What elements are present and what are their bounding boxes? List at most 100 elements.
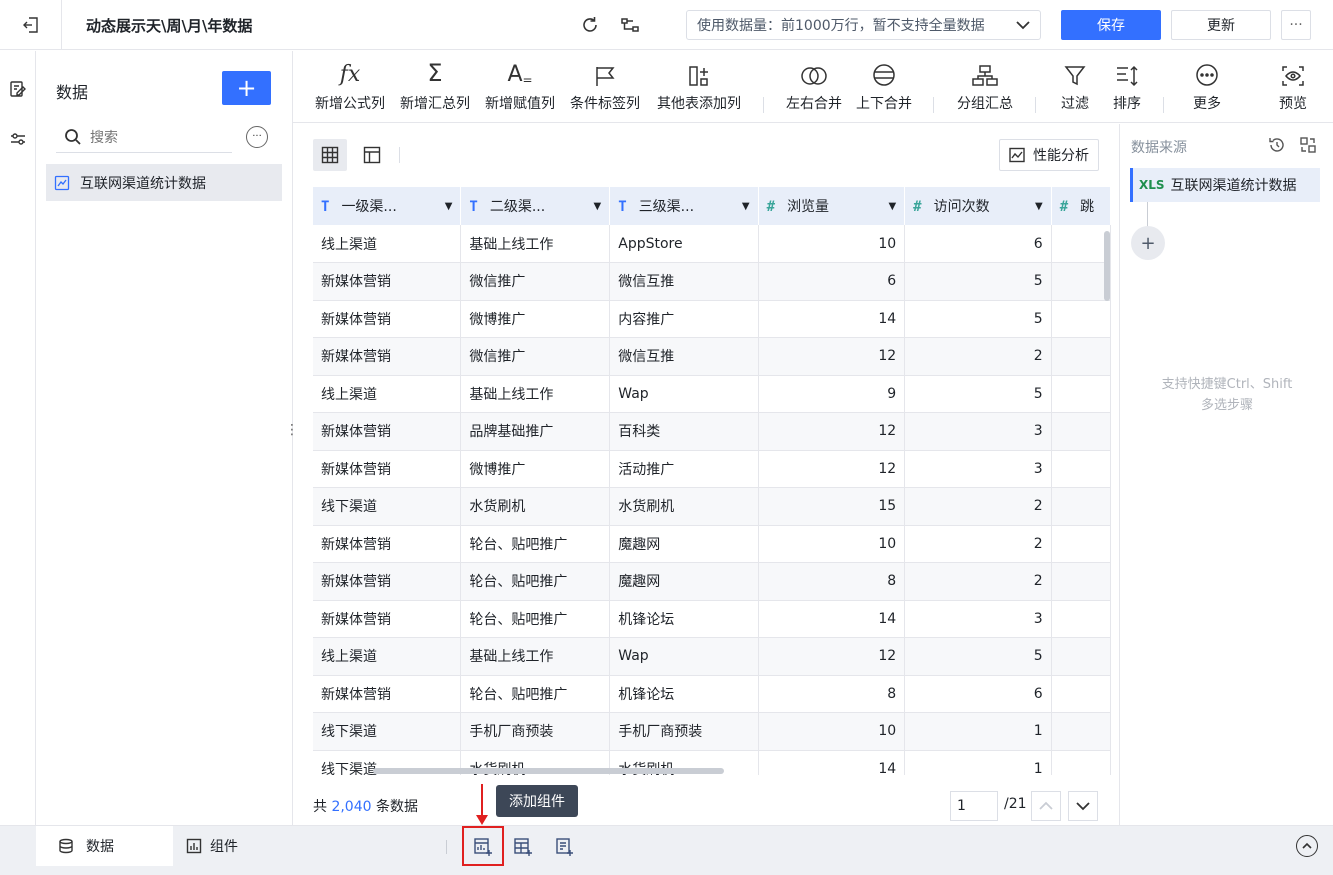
performance-analysis-button[interactable]: 性能分析 — [999, 139, 1099, 171]
add-table-component-button[interactable] — [508, 832, 538, 862]
horizontal-scrollbar[interactable] — [373, 768, 724, 774]
table-cell[interactable]: 14 — [758, 300, 906, 338]
rail-data-edit[interactable] — [0, 71, 36, 107]
column-menu-icon[interactable]: ▼ — [888, 201, 896, 212]
table-cell[interactable] — [1051, 262, 1111, 301]
search-input[interactable] — [90, 128, 220, 145]
lineage-button[interactable] — [618, 13, 642, 37]
table-cell[interactable] — [1051, 225, 1111, 263]
column-menu-icon[interactable]: ▼ — [445, 201, 453, 212]
data-source-item[interactable]: XLS 互联网渠道统计数据 — [1130, 168, 1320, 202]
table-cell[interactable]: 机锋论坛 — [609, 675, 759, 713]
table-cell[interactable]: 水货刷机 — [609, 487, 759, 526]
table-cell[interactable]: 微信推广 — [460, 262, 611, 301]
toolbar-union-top-bottom[interactable]: 上下合并 — [853, 51, 915, 123]
table-cell[interactable]: 2 — [904, 525, 1052, 563]
toolbar-add-sum-column[interactable]: Σ 新增汇总列 — [396, 51, 474, 123]
table-cell[interactable]: 新媒体营销 — [313, 412, 462, 451]
table-cell[interactable]: 基础上线工作 — [460, 637, 611, 676]
table-cell[interactable]: 微博推广 — [460, 300, 611, 338]
column-menu-icon[interactable]: ▼ — [742, 201, 750, 212]
toolbar-add-assign-column[interactable]: A = 新增赋值列 — [481, 51, 559, 123]
table-cell[interactable]: 12 — [758, 412, 906, 451]
table-cell[interactable]: 活动推广 — [609, 450, 759, 488]
toolbar-preview[interactable]: 预览 — [1271, 51, 1315, 123]
table-cell[interactable] — [1051, 487, 1111, 526]
more-button[interactable]: ··· — [1281, 10, 1311, 40]
table-cell[interactable]: 3 — [904, 600, 1052, 638]
table-cell[interactable]: 手机厂商预装 — [460, 712, 611, 751]
column-menu-icon[interactable]: ▼ — [594, 201, 602, 212]
toolbar-more[interactable]: 更多 — [1185, 51, 1229, 123]
toolbar-condition-label-column[interactable]: 条件标签列 — [566, 51, 644, 123]
table-cell[interactable] — [1051, 300, 1111, 338]
tab-component[interactable]: 组件 — [186, 826, 296, 866]
vertical-scrollbar[interactable] — [1104, 231, 1110, 301]
switch-view-button[interactable] — [1298, 135, 1318, 155]
table-cell[interactable]: 新媒体营销 — [313, 450, 462, 488]
table-cell[interactable]: 5 — [904, 300, 1052, 338]
table-cell[interactable]: 6 — [758, 262, 906, 301]
dataset-item[interactable]: 互联网渠道统计数据 — [46, 164, 282, 201]
table-cell[interactable]: 9 — [758, 375, 906, 413]
table-cell[interactable]: 机锋论坛 — [609, 600, 759, 638]
table-cell[interactable]: 新媒体营销 — [313, 562, 462, 601]
tab-data[interactable]: 数据 — [36, 826, 173, 866]
data-volume-select[interactable]: 使用数据量：前1000万行，暂不支持全量数据 — [686, 10, 1041, 40]
toolbar-add-column-from-table[interactable]: 其他表添加列 — [653, 51, 745, 123]
table-cell[interactable]: AppStore — [609, 225, 759, 263]
table-cell[interactable]: 2 — [904, 562, 1052, 601]
column-header[interactable]: T 三级渠... ▼ — [609, 187, 759, 225]
table-cell[interactable]: 线上渠道 — [313, 637, 462, 676]
page-up-button[interactable] — [1031, 791, 1061, 821]
table-cell[interactable]: 8 — [758, 675, 906, 713]
table-cell[interactable]: 线下渠道 — [313, 712, 462, 751]
add-step-button[interactable]: + — [1131, 226, 1165, 260]
table-cell[interactable]: 微信互推 — [609, 262, 759, 301]
save-button[interactable]: 保存 — [1061, 10, 1161, 40]
table-cell[interactable]: 线上渠道 — [313, 225, 462, 263]
table-cell[interactable] — [1051, 562, 1111, 601]
table-cell[interactable]: 新媒体营销 — [313, 300, 462, 338]
column-menu-icon[interactable]: ▼ — [1035, 201, 1043, 212]
table-cell[interactable]: 轮台、贴吧推广 — [460, 525, 611, 563]
table-cell[interactable]: 6 — [904, 225, 1052, 263]
toolbar-filter[interactable]: 过滤 — [1053, 51, 1097, 123]
table-cell[interactable]: 新媒体营销 — [313, 675, 462, 713]
table-cell[interactable] — [1051, 450, 1111, 488]
column-header[interactable]: T 二级渠... ▼ — [460, 187, 611, 225]
table-cell[interactable] — [1051, 637, 1111, 676]
table-cell[interactable] — [1051, 525, 1111, 563]
table-cell[interactable]: 10 — [758, 225, 906, 263]
page-number-input[interactable]: 1 — [950, 791, 998, 821]
toolbar-sort[interactable]: 排序 — [1105, 51, 1149, 123]
table-cell[interactable]: 5 — [904, 262, 1052, 301]
table-cell[interactable]: 5 — [904, 375, 1052, 413]
table-cell[interactable]: 5 — [904, 637, 1052, 676]
table-cell[interactable]: 12 — [758, 450, 906, 488]
table-cell[interactable] — [1051, 600, 1111, 638]
table-cell[interactable] — [1051, 750, 1111, 775]
page-down-button[interactable] — [1068, 791, 1098, 821]
history-button[interactable] — [1267, 135, 1287, 155]
add-data-button[interactable]: + — [222, 71, 271, 105]
back-button[interactable] — [0, 0, 62, 50]
table-cell[interactable]: 内容推广 — [609, 300, 759, 338]
collapse-button[interactable] — [1296, 835, 1318, 857]
table-cell[interactable]: 基础上线工作 — [460, 375, 611, 413]
toolbar-add-formula-column[interactable]: fx 新增公式列 — [311, 51, 389, 123]
table-cell[interactable]: 轮台、贴吧推广 — [460, 600, 611, 638]
table-cell[interactable]: 新媒体营销 — [313, 600, 462, 638]
table-cell[interactable]: Wap — [609, 637, 759, 676]
table-cell[interactable]: 魔趣网 — [609, 562, 759, 601]
table-cell[interactable]: 新媒体营销 — [313, 525, 462, 563]
table-cell[interactable]: 品牌基础推广 — [460, 412, 611, 451]
table-cell[interactable]: 2 — [904, 337, 1052, 376]
rail-settings[interactable] — [0, 121, 36, 157]
table-cell[interactable]: 1 — [904, 712, 1052, 751]
table-cell[interactable]: 轮台、贴吧推广 — [460, 562, 611, 601]
table-cell[interactable]: 3 — [904, 412, 1052, 451]
table-cell[interactable]: 1 — [904, 750, 1052, 775]
table-cell[interactable] — [1051, 412, 1111, 451]
table-cell[interactable]: Wap — [609, 375, 759, 413]
